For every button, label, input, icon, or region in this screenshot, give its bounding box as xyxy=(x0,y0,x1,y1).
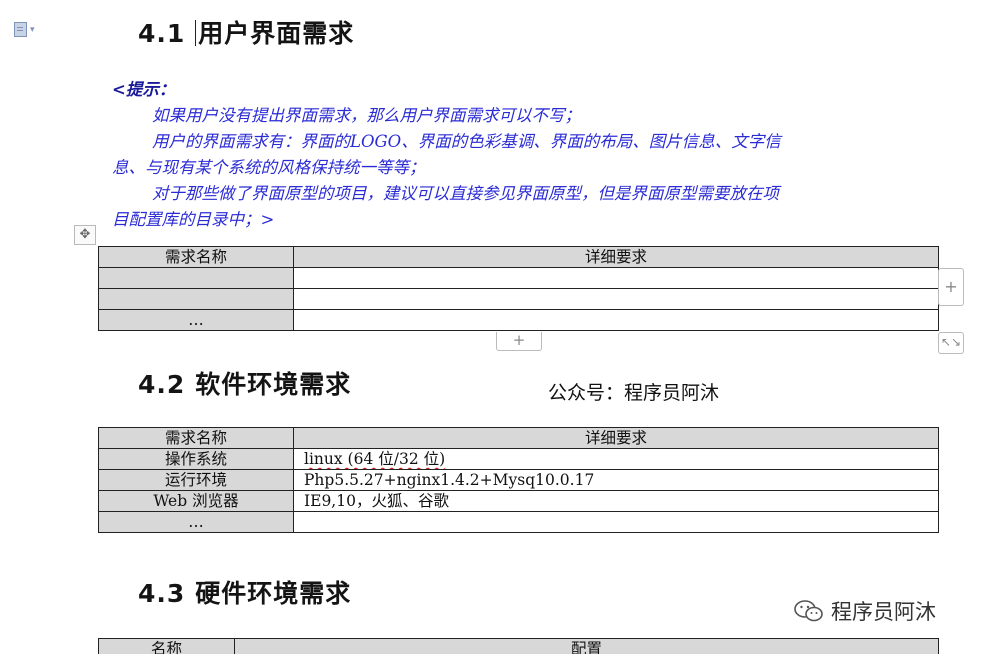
wechat-icon xyxy=(794,600,823,622)
table-cell[interactable]: Web 浏览器 xyxy=(98,490,294,512)
add-row-button[interactable]: + xyxy=(496,332,542,351)
table-header-row: 名称 配置 xyxy=(98,638,939,654)
hardware-requirements-table: 名称 配置 xyxy=(98,638,939,654)
table-cell[interactable] xyxy=(98,288,294,310)
table-cell[interactable]: linux (64 位/32 位) xyxy=(293,448,939,470)
section-heading-4-2: 4.2 软件环境需求 xyxy=(138,365,351,401)
table-move-handle-icon[interactable]: ✥ xyxy=(74,225,96,245)
watermark: 程序员阿沐 xyxy=(793,596,936,626)
os-value: linux (64 位/32 位) xyxy=(304,450,446,468)
table-header-cell: 详细要求 xyxy=(293,427,939,449)
document-outline-icon[interactable]: ▾ xyxy=(14,22,46,38)
hint-line: 对于那些做了界面原型的项目，建议可以直接参见界面原型，但是界面原型需要放在项 xyxy=(152,184,779,203)
document-page: ▾ 4.1 用户界面需求 <提示： 如果用户没有提出界面需求，那么用户界面需求可以… xyxy=(0,0,989,654)
hint-line: 用户的界面需求有：界面的LOGO、界面的色彩基调、界面的布局、图片信息、文字信 xyxy=(152,132,781,151)
table-resize-icon[interactable]: ↖↘ xyxy=(938,332,964,354)
section-number: 4.1 xyxy=(138,19,186,48)
hint-line: 目配置库的目录中；> xyxy=(112,210,275,229)
add-column-button[interactable]: + xyxy=(938,268,964,306)
table-row: … xyxy=(98,309,939,331)
watermark-text: 程序员阿沐 xyxy=(831,600,936,624)
public-account-caption: 公众号：程序员阿沐 xyxy=(548,382,720,404)
table-row xyxy=(98,288,939,310)
section-title: 用户界面需求 xyxy=(198,19,355,48)
table-row: 运行环境 Php5.5.27+nginx1.4.2+Mysq10.0.17 xyxy=(98,469,939,491)
ui-requirements-table: 需求名称 详细要求 … xyxy=(98,246,939,331)
section-title: 软件环境需求 xyxy=(195,370,352,399)
table-cell[interactable]: … xyxy=(98,511,294,533)
software-requirements-table: 需求名称 详细要求 操作系统 linux (64 位/32 位) 运行环境 Ph… xyxy=(98,427,939,533)
table-header-row: 需求名称 详细要求 xyxy=(98,246,939,268)
table-cell[interactable] xyxy=(98,267,294,289)
table-header-cell: 详细要求 xyxy=(293,246,939,268)
table-cell[interactable] xyxy=(293,288,939,310)
table-row: Web 浏览器 IE9,10，火狐、谷歌 xyxy=(98,490,939,512)
hint-block: <提示： 如果用户没有提出界面需求，那么用户界面需求可以不写； 用户的界面需求有… xyxy=(112,77,932,233)
section-title: 硬件环境需求 xyxy=(195,579,352,608)
table-cell[interactable]: 运行环境 xyxy=(98,469,294,491)
page-icon xyxy=(14,22,27,37)
table-cell[interactable]: 操作系统 xyxy=(98,448,294,470)
table-cell[interactable]: … xyxy=(98,309,294,331)
hint-title: <提示： xyxy=(112,80,176,99)
chevron-down-icon: ▾ xyxy=(30,24,35,35)
section-number: 4.2 xyxy=(138,370,186,399)
table-header-cell: 配置 xyxy=(234,638,939,654)
table-cell[interactable]: Php5.5.27+nginx1.4.2+Mysq10.0.17 xyxy=(293,469,939,491)
table-cell[interactable] xyxy=(293,511,939,533)
table-row: … xyxy=(98,511,939,533)
section-number: 4.3 xyxy=(138,579,186,608)
text-cursor xyxy=(195,20,197,46)
table-header-row: 需求名称 详细要求 xyxy=(98,427,939,449)
table-row xyxy=(98,267,939,289)
table-cell[interactable] xyxy=(293,309,939,331)
table-header-cell: 需求名称 xyxy=(98,427,294,449)
section-heading-4-3: 4.3 硬件环境需求 xyxy=(138,574,351,610)
hint-line: 如果用户没有提出界面需求，那么用户界面需求可以不写； xyxy=(152,106,581,125)
table-cell[interactable]: IE9,10，火狐、谷歌 xyxy=(293,490,939,512)
hint-line: 息、与现有某个系统的风格保持统一等等； xyxy=(112,158,426,177)
table-row: 操作系统 linux (64 位/32 位) xyxy=(98,448,939,470)
section-heading-4-1: 4.1 用户界面需求 xyxy=(138,14,354,50)
table-header-cell: 名称 xyxy=(98,638,235,654)
table-header-cell: 需求名称 xyxy=(98,246,294,268)
table-cell[interactable] xyxy=(293,267,939,289)
